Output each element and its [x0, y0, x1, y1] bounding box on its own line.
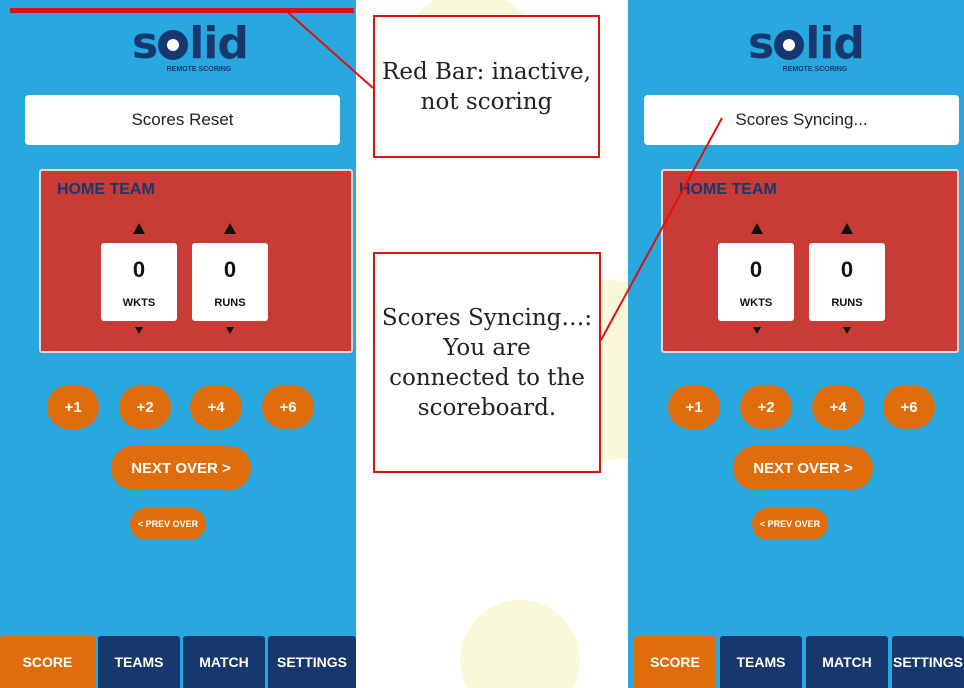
wickets-label: WKTS: [739, 297, 773, 309]
status-message: Scores Reset: [25, 95, 340, 145]
runs-label: RUNS: [831, 297, 863, 309]
runs-increment-arrow-icon[interactable]: [841, 223, 853, 234]
add-6-runs-button[interactable]: +6: [883, 385, 935, 429]
runs-box: 0 RUNS: [192, 243, 268, 321]
add-2-runs-button[interactable]: +2: [740, 385, 792, 429]
red-bar-callout: Red Bar: inactive, not scoring: [373, 15, 600, 158]
next-over-button[interactable]: NEXT OVER >: [733, 446, 873, 490]
add-2-runs-button[interactable]: +2: [119, 385, 171, 429]
tab-score[interactable]: SCORE: [0, 636, 95, 688]
team-name: HOME TEAM: [57, 181, 155, 198]
runs-box: 0 RUNS: [809, 243, 885, 321]
prev-over-button[interactable]: < PREV OVER: [130, 508, 206, 540]
tab-settings[interactable]: SETTINGS: [268, 636, 356, 688]
bottom-tab-bar: SCORE TEAMS MATCH SETTINGS: [628, 636, 964, 688]
wickets-label: WKTS: [122, 297, 156, 309]
wickets-box: 0 WKTS: [101, 243, 177, 321]
bottom-tab-bar: SCORE TEAMS MATCH SETTINGS: [0, 636, 356, 688]
tab-match[interactable]: MATCH: [806, 636, 888, 688]
add-4-runs-button[interactable]: +4: [190, 385, 242, 429]
wickets-increment-arrow-icon[interactable]: [133, 223, 145, 234]
team-name: HOME TEAM: [679, 181, 777, 198]
tab-teams[interactable]: TEAMS: [720, 636, 802, 688]
add-1-run-button[interactable]: +1: [668, 385, 720, 429]
add-1-run-button[interactable]: +1: [47, 385, 99, 429]
solid-logo: s lid REMOTE SCORING: [748, 18, 865, 74]
next-over-button[interactable]: NEXT OVER >: [111, 446, 251, 490]
phone-screen-right: s lid REMOTE SCORING Scores Syncing... HO…: [628, 0, 964, 688]
add-4-runs-button[interactable]: +4: [812, 385, 864, 429]
prev-over-button[interactable]: < PREV OVER: [752, 508, 828, 540]
wickets-decrement-arrow-icon[interactable]: [753, 327, 761, 334]
status-message: Scores Syncing...: [644, 95, 959, 145]
wickets-increment-arrow-icon[interactable]: [751, 223, 763, 234]
runs-value: 0: [223, 257, 237, 282]
tab-settings[interactable]: SETTINGS: [892, 636, 964, 688]
runs-decrement-arrow-icon[interactable]: [843, 327, 851, 334]
runs-increment-arrow-icon[interactable]: [224, 223, 236, 234]
wickets-value: 0: [132, 257, 146, 282]
wickets-decrement-arrow-icon[interactable]: [135, 327, 143, 334]
tab-teams[interactable]: TEAMS: [98, 636, 180, 688]
solid-logo: s lid REMOTE SCORING: [132, 18, 249, 74]
runs-decrement-arrow-icon[interactable]: [226, 327, 234, 334]
tab-score[interactable]: SCORE: [634, 636, 716, 688]
runs-value: 0: [840, 257, 854, 282]
wickets-value: 0: [749, 257, 763, 282]
tab-match[interactable]: MATCH: [183, 636, 265, 688]
add-6-runs-button[interactable]: +6: [262, 385, 314, 429]
team-score-card: HOME TEAM 0 WKTS 0 RUNS: [661, 169, 959, 353]
runs-label: RUNS: [214, 297, 246, 309]
phone-screen-left: s lid REMOTE SCORING Scores Reset HOME TE…: [0, 0, 356, 688]
red-status-bar: [10, 8, 354, 13]
team-score-card: HOME TEAM 0 WKTS 0 RUNS: [39, 169, 353, 353]
wickets-box: 0 WKTS: [718, 243, 794, 321]
syncing-callout: Scores Syncing…: You are connected to th…: [373, 252, 601, 473]
